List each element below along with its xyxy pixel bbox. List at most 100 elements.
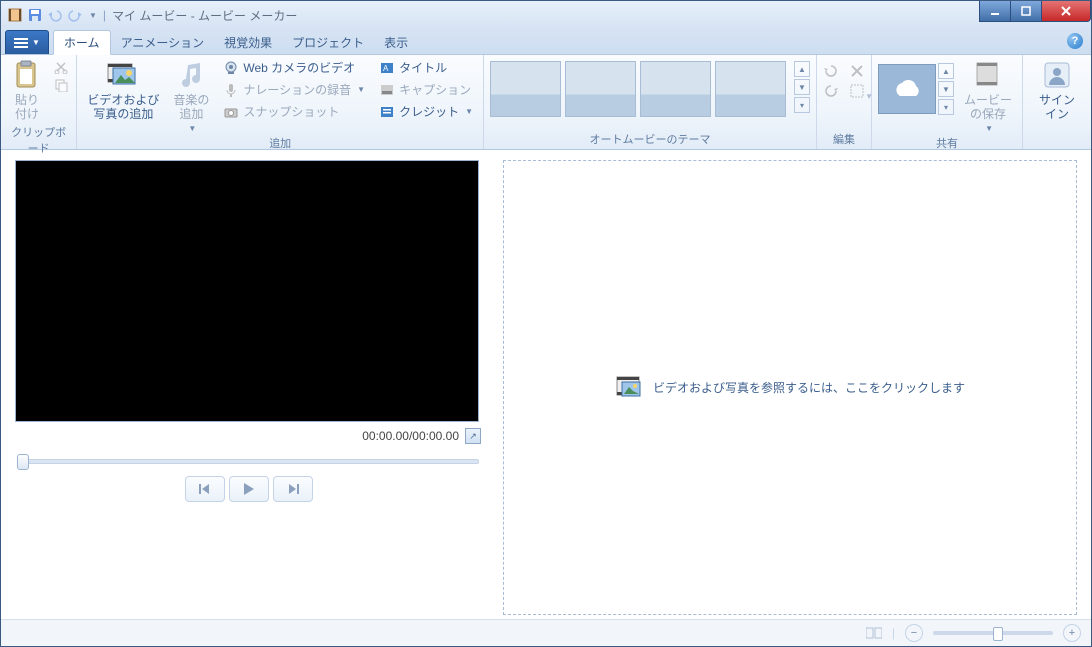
group-add: ビデオおよび 写真の追加 音楽の 追加 ▼ Web カメラのビデオ — [77, 55, 484, 149]
title-button[interactable]: A タイトル — [375, 57, 477, 78]
redo-icon[interactable] — [67, 7, 83, 23]
group-share-label: 共有 — [878, 135, 1016, 153]
gallery-scroll-up[interactable]: ▲ — [794, 61, 810, 77]
title-separator: | — [103, 8, 106, 22]
time-display: 00:00.00/00:00.00 — [362, 429, 459, 443]
save-icon[interactable] — [27, 7, 43, 23]
credits-icon — [379, 104, 395, 120]
seek-track — [19, 459, 479, 464]
next-frame-button[interactable] — [273, 476, 313, 502]
chevron-down-icon: ▼ — [32, 38, 40, 47]
file-tab[interactable]: ▼ — [5, 30, 49, 54]
theme-thumb[interactable] — [715, 61, 786, 117]
storyboard-dropzone[interactable]: ビデオおよび写真を参照するには、ここをクリックします — [503, 160, 1077, 615]
film-save-icon — [972, 59, 1004, 91]
record-narration-button[interactable]: ナレーションの録音 ▼ — [219, 79, 369, 100]
delete-icon[interactable] — [849, 63, 865, 79]
ribbon: 貼り 付け クリップボード — [1, 55, 1091, 150]
tab-view[interactable]: 表示 — [374, 31, 418, 54]
help-button[interactable]: ? — [1067, 33, 1083, 49]
app-icon — [7, 7, 23, 23]
seek-slider[interactable] — [15, 454, 483, 466]
caption-icon — [379, 82, 395, 98]
paste-button[interactable]: 貼り 付け — [7, 57, 47, 124]
gallery-expand[interactable]: ▾ — [794, 97, 810, 113]
themes-gallery-nav: ▲ ▼ ▾ — [794, 61, 810, 113]
credits-button[interactable]: クレジット ▼ — [375, 101, 477, 122]
maximize-button[interactable] — [1011, 1, 1042, 22]
group-clipboard: 貼り 付け クリップボード — [1, 55, 77, 149]
camera-icon — [223, 104, 239, 120]
title-text-icon: A — [379, 60, 395, 76]
close-button[interactable] — [1042, 1, 1091, 22]
caption-button[interactable]: キャプション — [375, 79, 477, 100]
undo-icon[interactable] — [47, 7, 63, 23]
chevron-down-icon: ▼ — [465, 107, 473, 116]
microphone-icon — [223, 82, 239, 98]
save-movie-button[interactable]: ムービー の保存 ▼ — [960, 57, 1016, 135]
seek-thumb[interactable] — [17, 454, 29, 470]
share-gallery-nav: ▲ ▼ ▾ — [938, 63, 954, 115]
tab-home[interactable]: ホーム — [53, 30, 111, 55]
add-videos-photos-button[interactable]: ビデオおよび 写真の追加 — [83, 57, 163, 124]
window-controls — [979, 1, 1091, 22]
select-all-icon[interactable]: ▼ — [849, 83, 865, 99]
rotate-left-icon[interactable] — [823, 63, 839, 79]
tab-animation[interactable]: アニメーション — [111, 31, 215, 54]
paste-label: 貼り 付け — [15, 93, 39, 122]
theme-thumb[interactable] — [640, 61, 711, 117]
cloud-icon — [890, 78, 924, 100]
zoom-thumb[interactable] — [993, 627, 1003, 641]
minimize-button[interactable] — [979, 1, 1011, 22]
snapshot-button[interactable]: スナップショット — [219, 101, 369, 122]
quick-access-toolbar: ▼ — [7, 7, 97, 23]
svg-text:A: A — [383, 64, 389, 73]
window-title: マイ ムービー - ムービー メーカー — [112, 7, 297, 24]
add-music-button[interactable]: 音楽の 追加 ▼ — [169, 57, 213, 135]
theme-thumb[interactable] — [565, 61, 636, 117]
statusbar: | − + — [1, 619, 1091, 646]
add-music-label: 音楽の 追加 — [173, 93, 209, 122]
chevron-down-icon: ▼ — [985, 124, 993, 134]
cut-icon[interactable] — [53, 59, 69, 75]
step-back-icon — [199, 484, 211, 494]
gallery-scroll-up[interactable]: ▲ — [938, 63, 954, 79]
webcam-label: Web カメラのビデオ — [243, 59, 355, 76]
tab-project[interactable]: プロジェクト — [282, 31, 374, 54]
group-add-label: 追加 — [83, 135, 477, 153]
rotate-right-icon[interactable] — [823, 83, 839, 99]
gallery-scroll-down[interactable]: ▼ — [794, 79, 810, 95]
chevron-down-icon: ▼ — [188, 124, 196, 134]
theme-thumb[interactable] — [490, 61, 561, 117]
group-themes: ▲ ▼ ▾ オートムービーのテーマ — [484, 55, 817, 149]
view-mode-icon[interactable] — [866, 625, 882, 641]
qat-dropdown-icon[interactable]: ▼ — [89, 11, 97, 20]
play-icon — [244, 483, 254, 495]
zoom-slider[interactable] — [933, 631, 1053, 635]
titlebar: ▼ | マイ ムービー - ムービー メーカー — [1, 1, 1091, 29]
copy-icon[interactable] — [53, 77, 69, 93]
signin-button[interactable]: サインイン — [1029, 57, 1085, 124]
group-edit: ▼ 編集 — [817, 55, 872, 149]
clipboard-icon — [11, 59, 43, 91]
signin-label: サインイン — [1033, 93, 1081, 122]
gallery-expand[interactable]: ▾ — [938, 99, 954, 115]
zoom-out-button[interactable]: − — [905, 624, 923, 642]
film-photo-icon — [107, 59, 139, 91]
tab-visual-effects[interactable]: 視覚効果 — [214, 31, 282, 54]
film-clip-icon — [615, 374, 643, 402]
narration-label: ナレーションの録音 — [243, 81, 351, 98]
share-cloud-button[interactable] — [878, 64, 936, 114]
prev-frame-button[interactable] — [185, 476, 225, 502]
empty-label — [1029, 135, 1085, 149]
fullscreen-button[interactable]: ↗ — [465, 428, 481, 444]
title-btn-label: タイトル — [399, 59, 447, 76]
webcam-video-button[interactable]: Web カメラのビデオ — [219, 57, 369, 78]
zoom-in-button[interactable]: + — [1063, 624, 1081, 642]
gallery-scroll-down[interactable]: ▼ — [938, 81, 954, 97]
add-videos-photos-label: ビデオおよび 写真の追加 — [87, 93, 159, 122]
caption-label: キャプション — [399, 81, 471, 98]
play-button[interactable] — [229, 476, 269, 502]
group-share: ▲ ▼ ▾ ムービー の保存 ▼ 共有 — [872, 55, 1023, 149]
snapshot-label: スナップショット — [243, 103, 339, 120]
